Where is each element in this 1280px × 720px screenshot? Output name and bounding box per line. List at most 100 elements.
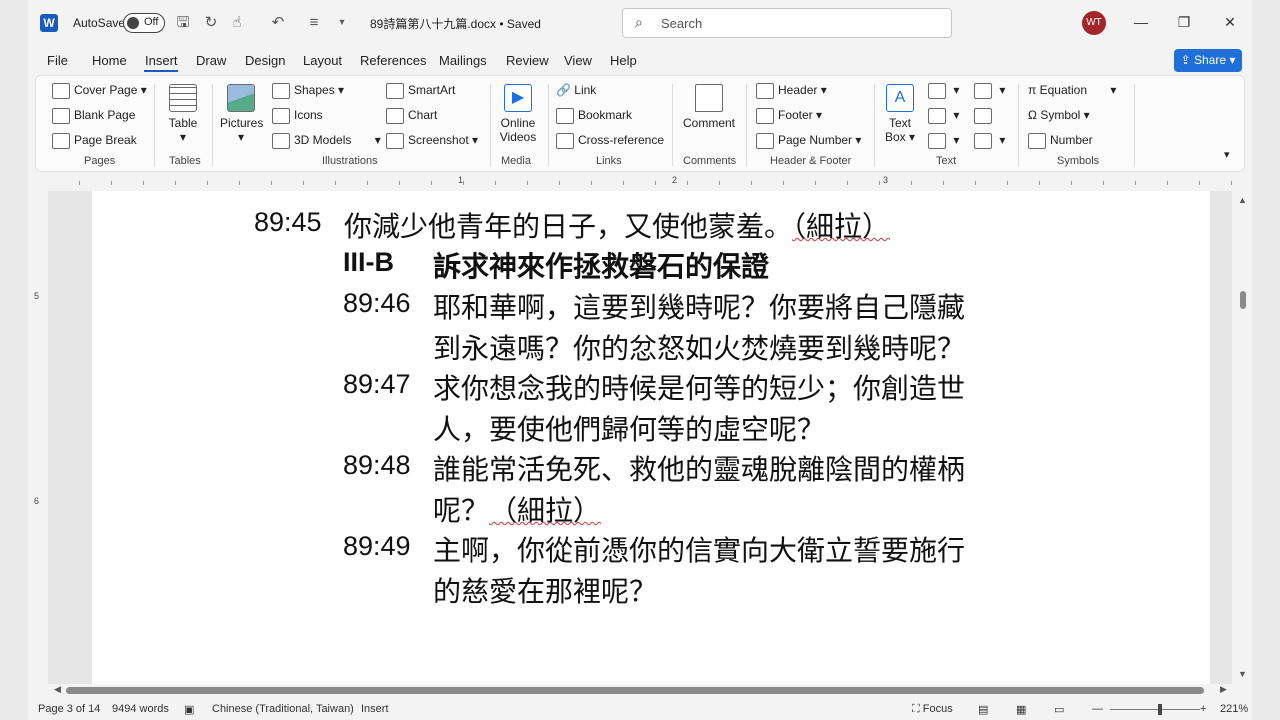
blank-page-button[interactable]: Blank Page bbox=[52, 108, 135, 124]
input-mode[interactable]: Insert bbox=[361, 703, 389, 715]
autosave-toggle[interactable]: Off bbox=[123, 13, 165, 33]
chart-button[interactable]: Chart bbox=[386, 108, 437, 124]
comment-button[interactable]: Comment bbox=[680, 84, 738, 130]
web-layout-icon[interactable]: ▭ bbox=[1054, 703, 1064, 716]
page-number-label: Page Number bbox=[778, 133, 853, 148]
group-label-media: Media bbox=[501, 155, 531, 167]
page-break-button[interactable]: Page Break bbox=[52, 133, 137, 149]
symbol-button[interactable]: Ω Symbol ▾ bbox=[1028, 108, 1090, 122]
autosave-state: Off bbox=[144, 16, 159, 28]
screenshot-button[interactable]: Screenshot ▾ bbox=[386, 133, 478, 149]
number-button[interactable]: Number bbox=[1028, 133, 1093, 149]
avatar[interactable]: WT bbox=[1082, 11, 1106, 35]
icons-button[interactable]: Icons bbox=[272, 108, 323, 124]
online-videos-button[interactable]: ▶ Online Videos bbox=[498, 84, 538, 144]
read-mode-icon[interactable]: ▤ bbox=[978, 703, 988, 716]
touch-mode-icon[interactable]: ☝ bbox=[227, 13, 247, 33]
tab-help[interactable]: Help bbox=[610, 53, 637, 68]
smartart-icon bbox=[386, 83, 404, 99]
tab-layout[interactable]: Layout bbox=[303, 53, 342, 68]
language-indicator[interactable]: Chinese (Traditional, Taiwan) bbox=[212, 703, 354, 715]
tab-file[interactable]: File bbox=[47, 53, 68, 68]
page-count[interactable]: Page 3 of 14 bbox=[38, 703, 100, 715]
horizontal-ruler[interactable]: 1 2 3 bbox=[48, 175, 1240, 191]
shapes-button[interactable]: Shapes ▾ bbox=[272, 83, 344, 99]
text-box-label-2: Box bbox=[884, 130, 906, 144]
tab-insert[interactable]: Insert bbox=[145, 53, 178, 68]
search-box[interactable]: ⌕ Search bbox=[622, 8, 952, 38]
ribbon-collapse-chevron-icon[interactable]: ▾ bbox=[1224, 148, 1230, 161]
undo-icon[interactable]: ↶ bbox=[268, 13, 288, 33]
proofing-icon[interactable]: ▣ bbox=[184, 703, 194, 716]
verse-ref: 89:47 bbox=[343, 369, 411, 399]
scroll-right-icon[interactable]: ▶ bbox=[1220, 684, 1227, 695]
online-videos-label-1: Online bbox=[500, 116, 536, 130]
pi-icon: π bbox=[1028, 83, 1040, 97]
autosave-label: AutoSave bbox=[73, 16, 126, 30]
object-button[interactable]: ▾ bbox=[974, 133, 1005, 149]
vertical-scroll-thumb[interactable] bbox=[1240, 291, 1246, 309]
restore-icon[interactable]: ❐ bbox=[1173, 12, 1195, 32]
cross-reference-button[interactable]: Cross-reference bbox=[556, 133, 664, 149]
format-icon[interactable]: ≡ bbox=[304, 13, 324, 33]
tab-design[interactable]: Design bbox=[245, 53, 285, 68]
scroll-down-icon[interactable]: ▼ bbox=[1238, 669, 1247, 679]
bookmark-icon bbox=[556, 108, 574, 124]
zoom-slider[interactable] bbox=[1110, 709, 1200, 710]
document-title[interactable]: 89詩篇第八十九篇.docx • Saved bbox=[370, 15, 541, 32]
footer-button[interactable]: Footer ▾ bbox=[756, 108, 822, 124]
minimize-icon[interactable]: — bbox=[1130, 12, 1152, 32]
vertical-ruler[interactable]: 5 6 bbox=[28, 191, 48, 684]
document-area[interactable]: 5 6 89:45 你減少他青年的日子，又使他蒙羞。（細拉） III-B 訴求神… bbox=[28, 191, 1232, 684]
horizontal-scrollbar[interactable]: ◀ ▶ bbox=[48, 684, 1232, 696]
equation-button[interactable]: π Equation ▾ bbox=[1028, 83, 1116, 97]
verse-text: 誰能常活免死、救他的靈魂脫離陰間的權柄 bbox=[433, 453, 966, 486]
scroll-up-icon[interactable]: ▲ bbox=[1238, 195, 1247, 205]
3d-models-button[interactable]: 3D Models ▾ bbox=[272, 133, 381, 149]
tab-mailings[interactable]: Mailings bbox=[439, 53, 487, 68]
tab-home[interactable]: Home bbox=[92, 53, 127, 68]
horizontal-scroll-thumb[interactable] bbox=[66, 687, 1204, 694]
signature-line-button[interactable]: ▾ bbox=[974, 83, 1005, 99]
customize-chevron-icon[interactable]: ▾ bbox=[332, 13, 352, 33]
word-count[interactable]: 9494 words bbox=[112, 703, 169, 715]
verse-ref: 89:49 bbox=[343, 531, 411, 561]
shapes-label: Shapes bbox=[294, 83, 335, 98]
cover-page-button[interactable]: Cover Page ▾ bbox=[52, 83, 147, 99]
close-icon[interactable]: ✕ bbox=[1219, 12, 1241, 32]
save-icon[interactable]: 🖫 bbox=[173, 13, 193, 33]
zoom-in-icon[interactable]: + bbox=[1200, 703, 1206, 715]
verse-text: 人，要使他們歸何等的虛空呢？ bbox=[433, 413, 826, 446]
ribbon-divider bbox=[212, 84, 213, 166]
share-button[interactable]: ⇪ Share ▾ bbox=[1174, 49, 1242, 72]
zoom-out-icon[interactable]: — bbox=[1092, 703, 1103, 715]
page-number-button[interactable]: Page Number ▾ bbox=[756, 133, 861, 149]
header-button[interactable]: Header ▾ bbox=[756, 83, 827, 99]
bookmark-button[interactable]: Bookmark bbox=[556, 108, 632, 124]
quick-parts-button[interactable]: ▾ bbox=[928, 83, 959, 99]
vertical-scrollbar[interactable]: ▲ ▼ bbox=[1232, 191, 1252, 684]
table-button[interactable]: Table ▾ bbox=[164, 84, 202, 144]
document-page[interactable]: 89:45 你減少他青年的日子，又使他蒙羞。（細拉） III-B 訴求神來作拯救… bbox=[92, 191, 1210, 684]
tab-references[interactable]: References bbox=[360, 53, 426, 68]
date-time-button[interactable] bbox=[974, 108, 996, 124]
scroll-left-icon[interactable]: ◀ bbox=[54, 684, 61, 695]
wordart-button[interactable]: ▾ bbox=[928, 108, 959, 124]
link-button[interactable]: 🔗 Link bbox=[556, 83, 596, 97]
drop-cap-button[interactable]: ▾ bbox=[928, 133, 959, 149]
focus-button[interactable]: ⛶ Focus bbox=[912, 703, 953, 716]
page-break-icon bbox=[52, 133, 70, 149]
zoom-level[interactable]: 221% bbox=[1220, 703, 1248, 715]
search-icon: ⌕ bbox=[635, 14, 643, 30]
zoom-slider-thumb[interactable] bbox=[1158, 704, 1162, 715]
tab-draw[interactable]: Draw bbox=[196, 53, 226, 68]
refresh-icon[interactable]: ↻ bbox=[201, 13, 221, 33]
tab-view[interactable]: View bbox=[564, 53, 592, 68]
smartart-button[interactable]: SmartArt bbox=[386, 83, 455, 99]
tab-review[interactable]: Review bbox=[506, 53, 549, 68]
print-layout-icon[interactable]: ▦ bbox=[1016, 703, 1026, 716]
pictures-button[interactable]: Pictures ▾ bbox=[220, 84, 263, 144]
object-icon bbox=[974, 133, 992, 149]
text-box-button[interactable]: A Text Box ▾ bbox=[882, 84, 918, 144]
blank-page-label: Blank Page bbox=[74, 108, 136, 123]
